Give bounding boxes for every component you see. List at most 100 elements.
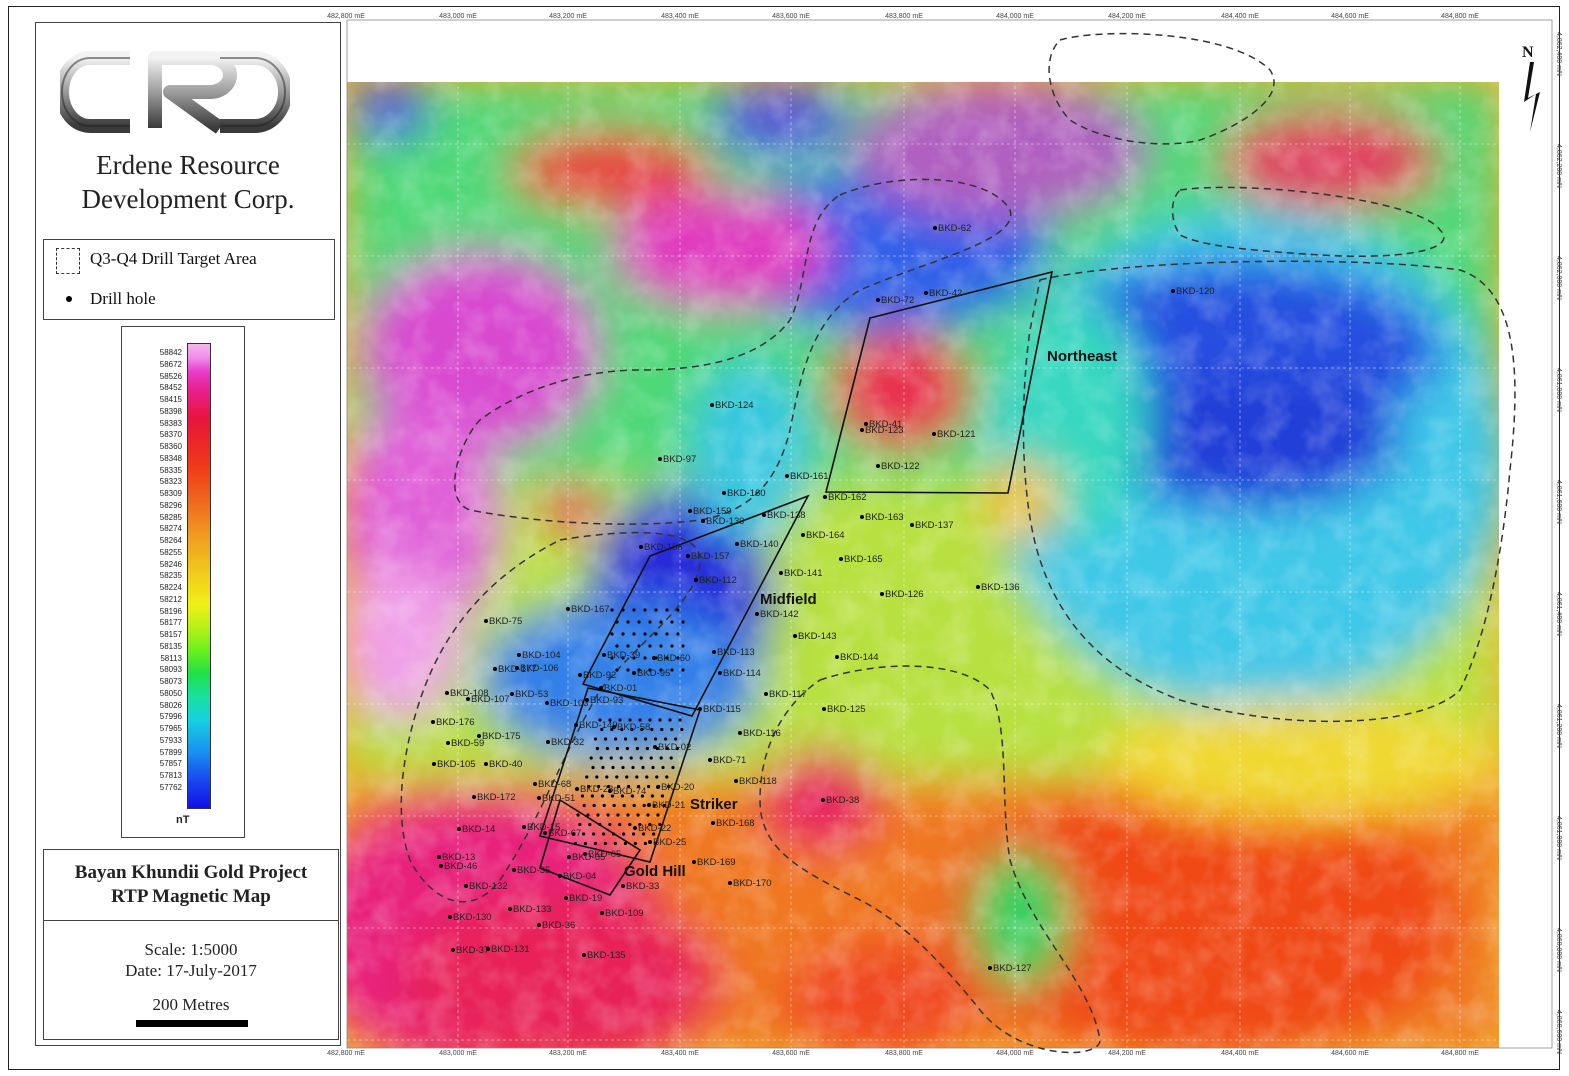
drill-hole[interactable]: BKD-163 [860,512,904,523]
drill-hole[interactable]: BKD-135 [582,950,626,961]
drill-hole[interactable]: BKD-104 [517,650,561,661]
drill-hole[interactable]: BKD-109 [600,908,644,919]
drill-hole[interactable]: BKD-169 [692,857,736,868]
drill-hole-dot [635,775,639,779]
magnetic-map[interactable]: BKD-62BKD-42BKD-72BKD-120BKD-124BKD-41BK… [0,0,1569,1076]
drill-hole[interactable]: BKD-165 [839,554,883,565]
drill-hole[interactable]: BKD-62 [933,223,971,234]
drill-hole[interactable]: BKD-38 [821,795,859,806]
drill-hole-dot [484,762,488,766]
drill-hole[interactable]: BKD-177 [493,664,537,675]
drill-hole[interactable]: BKD-124 [710,400,754,411]
drill-hole[interactable]: BKD-93 [585,695,623,706]
drill-hole[interactable]: BKD-132 [464,881,508,892]
drill-hole[interactable]: BKD-120 [1171,286,1215,297]
drill-hole-dot [648,644,652,648]
drill-hole[interactable]: BKD-138 [762,510,806,521]
drill-hole[interactable]: BKD-142 [755,609,799,620]
drill-hole[interactable]: BKD-176 [431,717,475,728]
drill-hole[interactable]: BKD-59 [446,738,484,749]
drill-hole[interactable]: BKD-127 [988,963,1032,974]
drill-hole[interactable]: BKD-123 [860,425,904,436]
drill-hole[interactable]: BKD-04 [558,871,596,882]
drill-hole[interactable]: BKD-157 [686,551,730,562]
drill-hole[interactable]: BKD-20 [656,782,694,793]
drill-hole[interactable]: BKD-112 [694,575,737,586]
drill-hole[interactable]: BKD-143 [793,631,837,642]
drill-hole[interactable]: BKD-105 [432,759,476,770]
drill-hole[interactable]: BKD-40 [484,759,522,770]
drill-hole[interactable]: BKD-46 [439,861,477,872]
drill-hole-dot [472,795,476,799]
drill-hole[interactable]: BKD-58 [612,722,650,733]
northing-label: 4,862,200 mN [1555,144,1562,188]
drill-hole[interactable]: BKD-161 [785,471,829,482]
drill-hole[interactable]: BKD-162 [823,492,867,503]
drill-hole[interactable]: BKD-75 [484,616,522,627]
drill-hole[interactable]: BKD-144 [835,652,879,663]
drill-hole[interactable]: BKD-131 [486,944,530,955]
drill-hole[interactable]: BKD-97 [658,454,696,465]
drill-hole[interactable]: BKD-92 [578,670,616,681]
drill-hole[interactable]: BKD-172 [472,792,516,803]
drill-hole[interactable]: BKD-137 [910,520,954,531]
drill-hole-dot [659,756,663,760]
drill-hole[interactable]: BKD-130 [448,912,492,923]
drill-hole[interactable]: BKD-140 [735,539,779,550]
drill-hole[interactable]: BKD-121 [932,429,976,440]
drill-hole[interactable]: BKD-139 [701,516,745,527]
drill-hole[interactable]: BKD-19 [564,893,602,904]
drill-hole[interactable]: BKD-117 [764,689,807,700]
drill-hole-dot [645,746,650,751]
drill-hole[interactable]: BKD-42 [924,288,962,299]
drill-hole[interactable]: BKD-28 [575,784,613,795]
drill-hole[interactable]: BKD-103 [545,698,589,709]
drill-hole-dot [664,737,668,741]
drill-hole[interactable]: BKD-141 [779,568,823,579]
drill-hole[interactable]: BKD-113 [712,647,755,658]
drill-hole[interactable]: BKD-160 [722,488,766,499]
drill-hole[interactable]: BKD-02 [653,742,691,753]
drill-hole[interactable]: BKD-126 [880,589,924,600]
drill-hole[interactable]: BKD-170 [728,878,772,889]
drill-hole[interactable]: BKD-95 [632,668,670,679]
drill-hole[interactable]: BKD-114 [718,668,761,679]
drill-hole[interactable]: BKD-37 [451,945,489,956]
drill-hole[interactable]: BKD-22 [633,823,671,834]
drill-hole[interactable]: BKD-35 [512,865,550,876]
drill-hole[interactable]: BKD-14 [457,824,495,835]
drill-hole[interactable]: BKD-168 [711,818,755,829]
drill-hole[interactable]: BKD-65 [567,852,605,863]
drill-hole[interactable]: BKD-68 [533,779,571,790]
drill-hole[interactable]: BKD-118 [734,776,777,787]
drill-hole[interactable]: BKD-74 [608,786,646,797]
drill-hole[interactable]: BKD-33 [621,881,659,892]
drill-hole[interactable]: BKD-60 [652,653,690,664]
drill-hole-dot [457,827,461,831]
drill-hole[interactable]: BKD-125 [822,704,866,715]
drill-hole[interactable]: BKD-136 [976,582,1020,593]
drill-hole[interactable]: BKD-122 [876,461,920,472]
drill-hole[interactable]: BKD-149 [574,720,618,731]
drill-hole[interactable]: BKD-51 [537,793,575,804]
drill-hole[interactable]: BKD-36 [537,920,575,931]
drill-hole[interactable]: BKD-71 [708,755,746,766]
drill-hole[interactable]: BKD-164 [801,530,845,541]
drill-hole[interactable]: BKD-72 [876,295,914,306]
drill-hole[interactable]: BKD-67 [543,828,581,839]
drill-hole[interactable]: BKD-158 [639,542,683,553]
drill-hole[interactable]: BKD-25 [648,837,686,848]
drill-hole[interactable]: BKD-39 [602,650,640,661]
drill-hole[interactable]: BKD-21 [647,800,685,811]
drill-hole-dot [558,874,562,878]
drill-hole[interactable]: BKD-53 [510,689,548,700]
drill-hole[interactable]: BKD-32 [546,737,584,748]
drill-hole[interactable]: BKD-167 [566,604,610,615]
drill-hole[interactable]: BKD-01 [599,683,637,694]
zone-label-striker: Striker [690,796,738,813]
drill-hole[interactable]: BKD-115 [698,704,741,715]
drill-hole[interactable]: BKD-116 [738,728,781,739]
drill-hole-dot [625,746,630,751]
drill-hole[interactable]: BKD-107 [466,694,510,705]
drill-hole[interactable]: BKD-133 [508,904,552,915]
